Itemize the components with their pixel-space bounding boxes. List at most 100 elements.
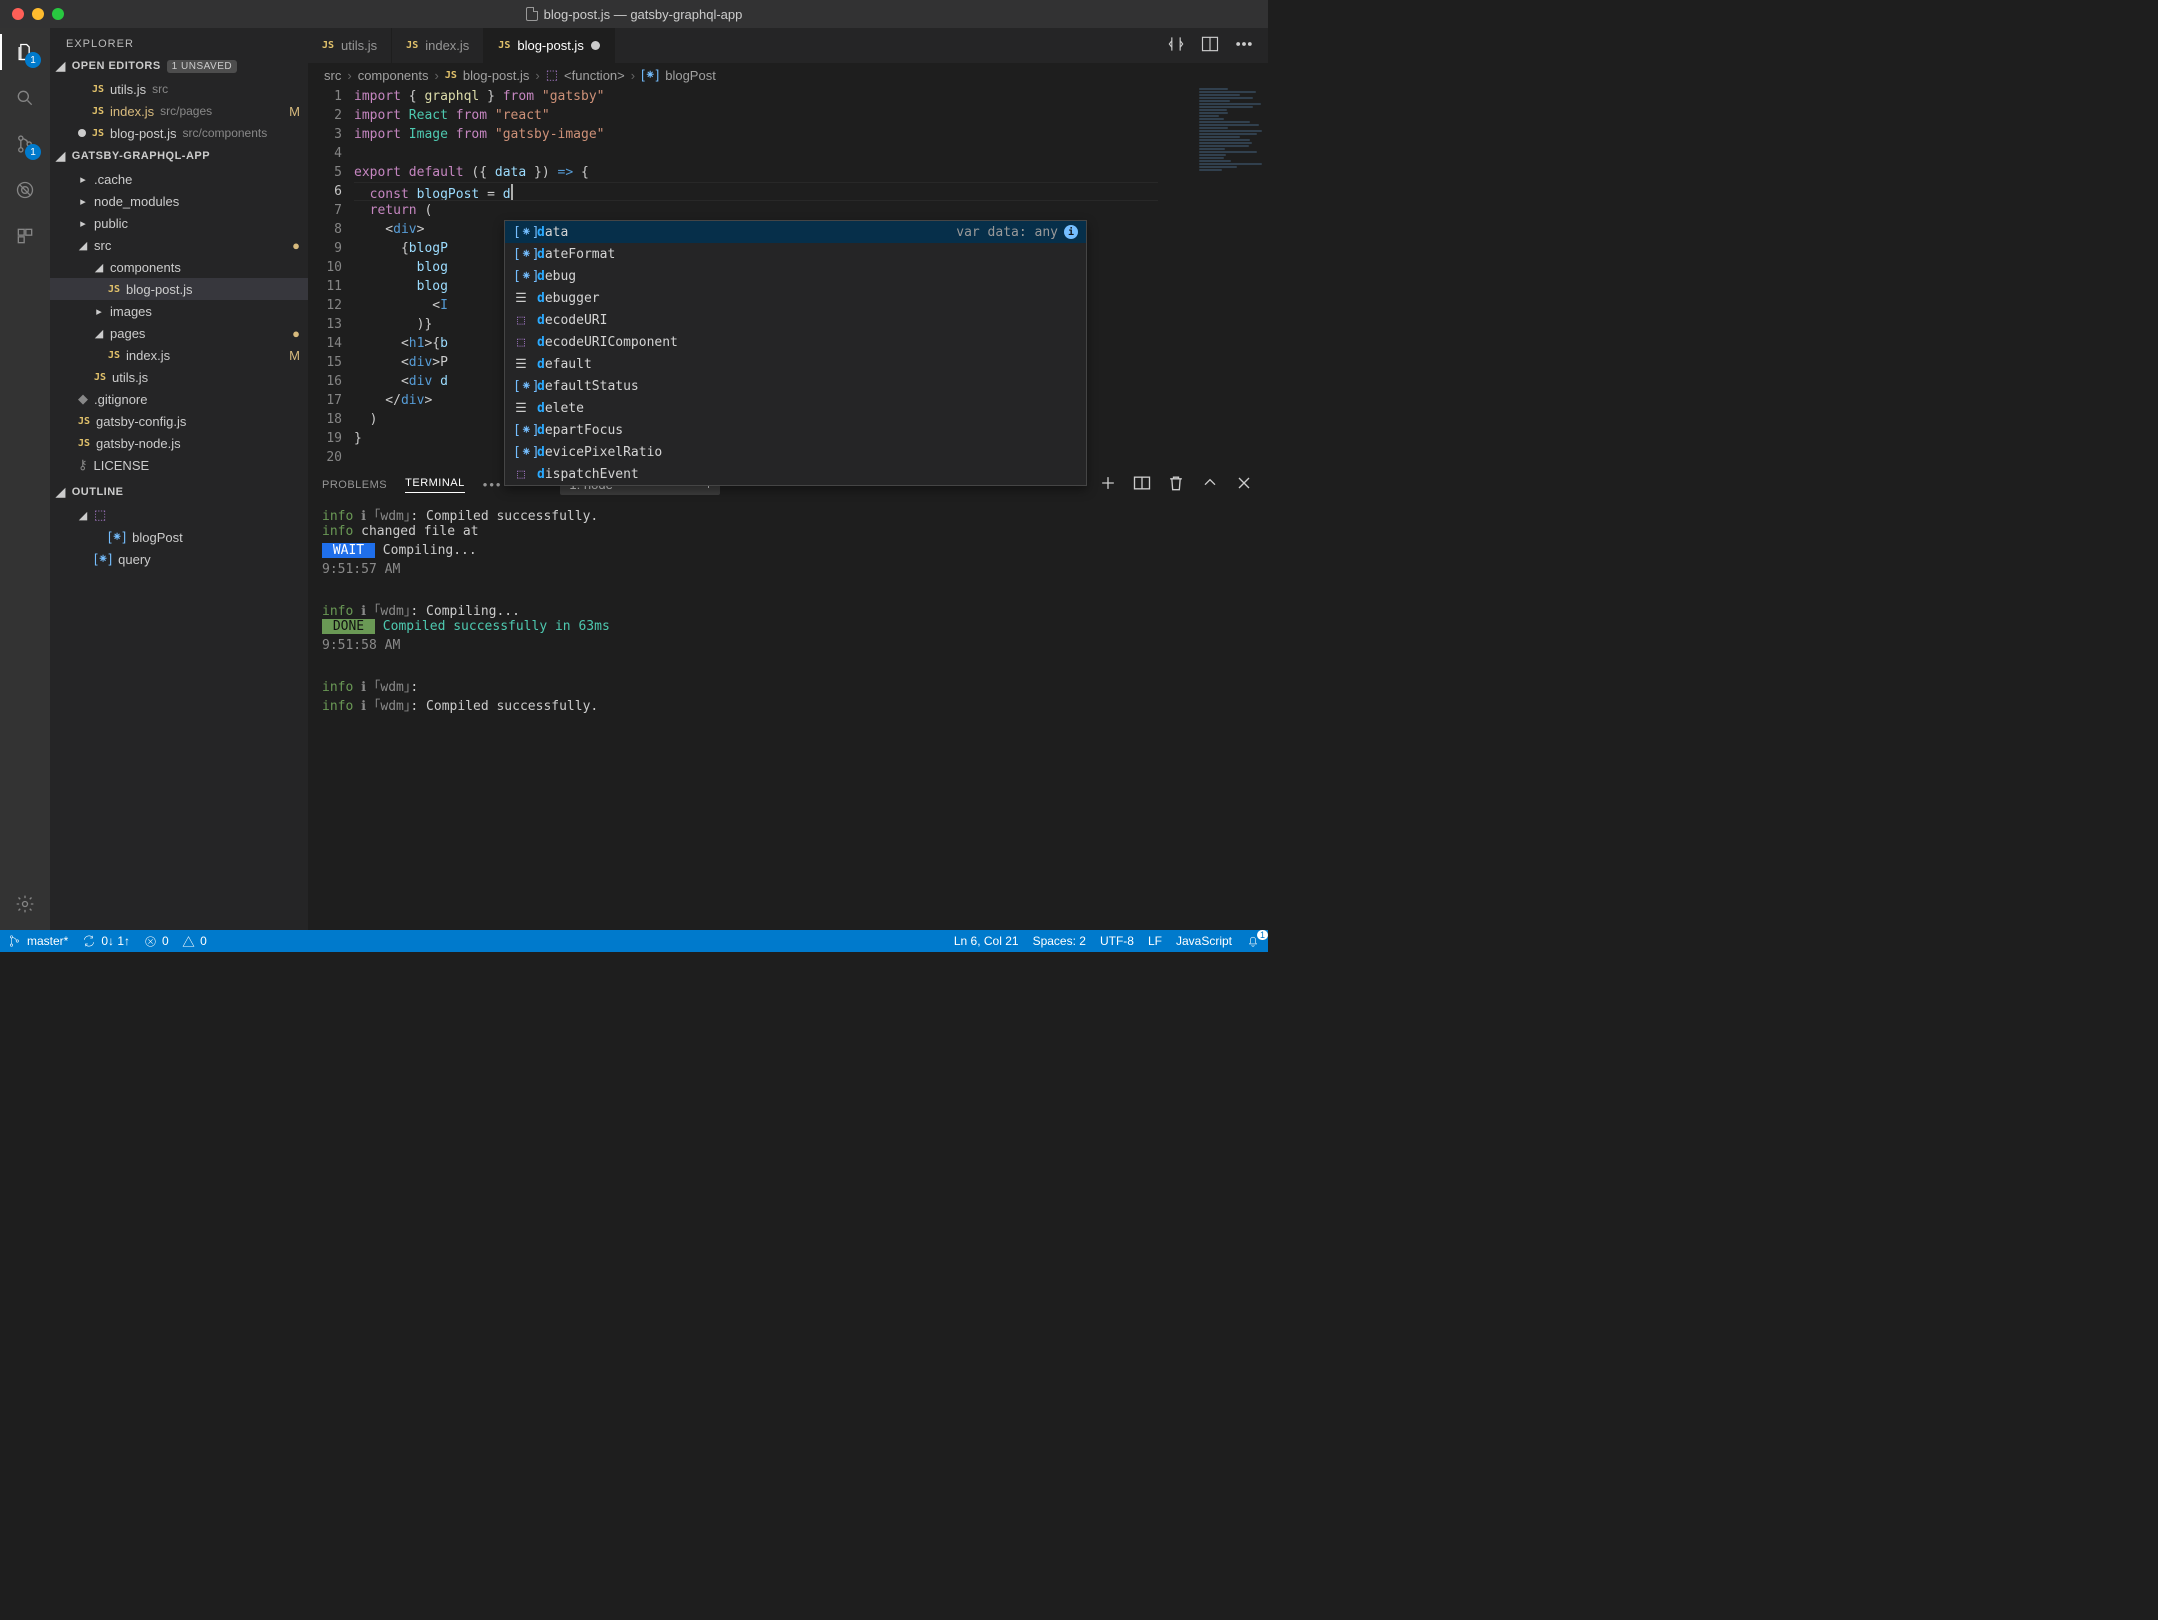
suggestion-item[interactable]: [⁕] devicePixelRatio [505,441,1086,463]
variable-icon: [⁕] [513,269,529,284]
cursor-position[interactable]: Ln 6, Col 21 [954,934,1019,948]
chevron-down-icon: ◢ [56,59,66,73]
editor-tab[interactable]: JSblog-post.js [484,28,615,63]
minimize-window-button[interactable] [32,8,44,20]
suggestion-item[interactable]: ☰ default [505,353,1086,375]
eol[interactable]: LF [1148,934,1162,948]
folder-item[interactable]: ◢components [50,256,308,278]
variable-icon: [⁕] [513,247,529,262]
terminal-tab[interactable]: TERMINAL [405,477,465,493]
outline-item[interactable]: [⁕]query [50,548,308,570]
problems-tab[interactable]: PROBLEMS [322,479,387,491]
folder-item[interactable]: ▸.cache [50,168,308,190]
folder-item[interactable]: ◢src● [50,234,308,256]
editor-tab[interactable]: JSutils.js [308,28,392,63]
debug-icon[interactable] [11,176,39,204]
breadcrumb[interactable]: src› components› JS blog-post.js› ⬚ <fun… [308,63,1268,87]
chevron-down-icon: ◢ [94,261,104,274]
variable-icon: [⁕] [641,67,659,83]
new-terminal-icon[interactable] [1098,473,1118,496]
file-item[interactable]: ⚷LICENSE [50,454,308,476]
file-item[interactable]: JSblog-post.js [50,278,308,300]
folder-item[interactable]: ▸node_modules [50,190,308,212]
dirty-indicator [78,129,86,137]
editor-tab[interactable]: JSindex.js [392,28,484,63]
close-panel-icon[interactable] [1234,473,1254,496]
extensions-icon[interactable] [11,222,39,250]
suggestion-item[interactable]: [⁕] debug [505,265,1086,287]
info-icon[interactable]: i [1064,225,1078,239]
open-editor-item[interactable]: JSutils.jssrc [50,78,308,100]
js-icon: JS [94,372,106,383]
split-editor-icon[interactable] [1200,34,1220,57]
maximize-window-button[interactable] [52,8,64,20]
language-mode[interactable]: JavaScript [1176,934,1232,948]
open-editor-item[interactable]: JSblog-post.jssrc/components [50,122,308,144]
git-sync[interactable]: 0↓ 1↑ [82,934,130,948]
outline-item[interactable]: [⁕]blogPost [50,526,308,548]
suggestion-item[interactable]: [⁕] defaultStatus [505,375,1086,397]
suggestion-item[interactable]: ☰ debugger [505,287,1086,309]
explorer-badge: 1 [25,52,41,68]
intellisense-widget[interactable]: [⁕] datavar data: anyi[⁕] dateFormat[⁕] … [504,220,1087,486]
suggestion-item[interactable]: [⁕] dateFormat [505,243,1086,265]
code-editor[interactable]: 1234567891011121314151617181920 import {… [308,87,1268,467]
js-icon: JS [78,416,90,427]
window-title: blog-post.js — gatsby-graphql-app [0,7,1268,22]
notifications-icon[interactable]: 1 [1246,934,1260,948]
js-icon: JS [498,40,510,51]
file-label: index.js [110,104,154,119]
file-item[interactable]: ◆.gitignore [50,388,308,410]
chevron-down-icon: ◢ [56,149,66,163]
file-label: blog-post.js [110,126,176,141]
more-icon[interactable]: ••• [483,477,503,492]
file-item[interactable]: JSgatsby-node.js [50,432,308,454]
js-icon: JS [108,350,120,361]
outline-header[interactable]: ◢ OUTLINE [50,482,308,502]
split-terminal-icon[interactable] [1132,473,1152,496]
folder-header[interactable]: ◢ GATSBY-GRAPHQL-APP [50,146,308,166]
close-window-button[interactable] [12,8,24,20]
file-item[interactable]: JSutils.js [50,366,308,388]
suggestion-item[interactable]: [⁕] departFocus [505,419,1086,441]
chevron-down-icon: ◢ [78,239,88,252]
open-editors-header[interactable]: ◢ OPEN EDITORS 1 UNSAVED [50,56,308,76]
variable-icon: [⁕] [513,423,529,438]
search-icon[interactable] [11,84,39,112]
cube-icon: ⬚ [94,507,106,523]
suggestion-item[interactable]: ☰ delete [505,397,1086,419]
suggestion-item[interactable]: ⬚ decodeURIComponent [505,331,1086,353]
source-control-icon[interactable]: 1 [11,130,39,158]
folder-item[interactable]: ◢pages● [50,322,308,344]
file-label: utils.js [110,82,146,97]
suggestion-item[interactable]: [⁕] datavar data: anyi [505,221,1086,243]
kill-terminal-icon[interactable] [1166,473,1186,496]
outline-item[interactable]: ◢⬚ [50,504,308,526]
status-errors[interactable]: 0 0 [144,934,207,948]
method-icon: ⬚ [513,335,529,350]
open-editor-item[interactable]: JSindex.jssrc/pagesM [50,100,308,122]
panel: PROBLEMS TERMINAL ••• 1: node info ℹ ｢wd… [308,467,1268,930]
more-icon[interactable] [1234,34,1254,57]
git-branch[interactable]: master* [8,934,68,948]
chevron-right-icon: ▸ [78,217,88,230]
settings-icon[interactable] [11,890,39,918]
js-icon: JS [406,40,418,51]
scm-badge: 1 [25,144,41,160]
status-bar: master* 0↓ 1↑ 0 0 Ln 6, Col 21 Spaces: 2… [0,930,1268,952]
suggestion-item[interactable]: ⬚ decodeURI [505,309,1086,331]
terminal-output[interactable]: info ℹ ｢wdm｣: Compiled successfully.info… [308,501,1268,724]
activity-bar: 1 1 [0,28,50,930]
compare-icon[interactable] [1166,34,1186,57]
explorer-icon[interactable]: 1 [11,38,39,66]
js-icon: JS [78,438,90,449]
indentation[interactable]: Spaces: 2 [1033,934,1086,948]
file-item[interactable]: JSindex.jsM [50,344,308,366]
encoding[interactable]: UTF-8 [1100,934,1134,948]
maximize-panel-icon[interactable] [1200,473,1220,496]
file-item[interactable]: JSgatsby-config.js [50,410,308,432]
folder-item[interactable]: ▸images [50,300,308,322]
license-icon: ⚷ [78,457,88,473]
folder-item[interactable]: ▸public [50,212,308,234]
suggestion-item[interactable]: ⬚ dispatchEvent [505,463,1086,485]
